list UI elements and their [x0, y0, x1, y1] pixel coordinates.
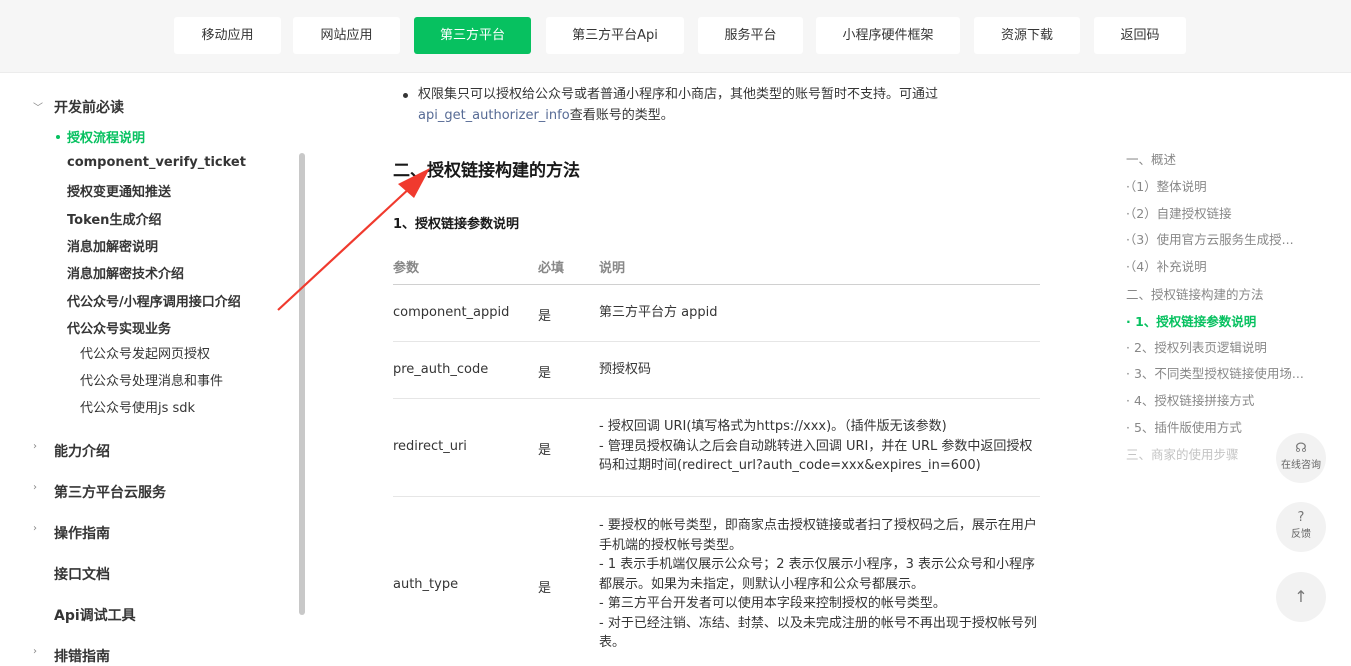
bullet-icon	[403, 93, 408, 98]
tab-website-app[interactable]: 网站应用	[293, 17, 400, 54]
subsection-heading: 1、授权链接参数说明	[393, 217, 520, 232]
toc-item[interactable]: · 5、插件版使用方式	[1126, 417, 1242, 436]
desc-line: - 授权回调 URI(填写格式为https://xxx)。（插件版无该参数)	[599, 419, 947, 434]
sidebar-group-guide[interactable]: 操作指南	[54, 523, 110, 543]
sidebar-item-token-intro[interactable]: Token生成介绍	[67, 209, 161, 228]
top-nav: 移动应用 网站应用 第三方平台 第三方平台Api 服务平台 小程序硬件框架 资源…	[0, 0, 1351, 73]
chevron-right-icon[interactable]: ›	[33, 523, 37, 534]
sidebar-group-troubleshoot[interactable]: 排错指南	[54, 646, 110, 666]
toc-item[interactable]: · 4、授权链接拼接方式	[1126, 390, 1254, 409]
sidebar-subitem-msg-events[interactable]: 代公众号处理消息和事件	[80, 370, 223, 389]
arrow-up-icon: ↑	[1294, 587, 1308, 606]
sidebar-subitem-jssdk[interactable]: 代公众号使用js sdk	[80, 397, 195, 416]
table-divider	[393, 284, 1040, 285]
toc-item-active[interactable]: · 1、授权链接参数说明	[1126, 311, 1256, 330]
sidebar-subitem-web-auth[interactable]: 代公众号发起网页授权	[80, 343, 210, 362]
param-desc: 第三方平台方 appid	[599, 303, 1039, 323]
desc-line: - 管理员授权确认之后会自动跳转进入回调 URI，并在 URL 参数中返回授权码…	[599, 438, 1033, 474]
tab-third-party-api[interactable]: 第三方平台Api	[546, 17, 684, 54]
chevron-right-icon[interactable]: ›	[33, 646, 37, 657]
toc-item[interactable]: 二、授权链接构建的方法	[1126, 284, 1264, 303]
sidebar-item-proxy-business[interactable]: 代公众号实现业务	[67, 318, 171, 337]
tab-return-code[interactable]: 返回码	[1094, 17, 1186, 54]
sidebar-scrollbar[interactable]	[299, 153, 305, 615]
tab-miniprogram-hardware[interactable]: 小程序硬件框架	[816, 17, 960, 54]
online-consult-label: 在线咨询	[1281, 460, 1321, 471]
chevron-right-icon[interactable]: ›	[33, 441, 37, 452]
desc-line: 预授权码	[599, 362, 652, 377]
table-header-required: 必填	[538, 261, 565, 276]
active-dot-icon	[56, 135, 60, 139]
desc-line: - 要授权的帐号类型，即商家点击授权链接或者扫了授权码之后，展示在用户手机端的授…	[599, 518, 1037, 553]
para-text-prefix: 权限集只可以授权给公众号或者普通小程序和小商店，其他类型的账号暂时不支持。可通过	[418, 87, 939, 102]
tab-mobile-app[interactable]: 移动应用	[174, 17, 281, 54]
headset-icon: ☊	[1295, 441, 1307, 456]
sidebar-item-auth-change-push[interactable]: 授权变更通知推送	[67, 181, 171, 200]
chevron-right-icon[interactable]: ›	[33, 482, 37, 493]
param-name: component_appid	[393, 305, 510, 320]
sidebar-group-capabilities[interactable]: 能力介绍	[54, 441, 110, 461]
param-required: 是	[538, 366, 552, 381]
tab-resource-download[interactable]: 资源下载	[974, 17, 1080, 54]
sidebar-item-auth-flow[interactable]: 授权流程说明	[67, 127, 145, 146]
tab-third-party-platform[interactable]: 第三方平台	[414, 17, 531, 54]
toc-item[interactable]: 一、概述	[1126, 149, 1176, 168]
desc-line: - 对于已经注销、冻结、封禁、以及未完成注册的帐号不再出现于授权帐号列表。	[599, 615, 1037, 651]
online-consult-button[interactable]: ☊ 在线咨询	[1276, 433, 1326, 483]
sidebar-item-encrypt-desc[interactable]: 消息加解密说明	[67, 236, 158, 255]
toc-item[interactable]: ·（3）使用官方云服务生成授...	[1126, 229, 1294, 248]
feedback-label: 反馈	[1291, 529, 1311, 540]
table-header-param: 参数	[393, 261, 420, 276]
table-divider	[393, 341, 1040, 342]
section-heading: 二、授权链接构建的方法	[393, 161, 580, 181]
param-name: auth_type	[393, 577, 459, 592]
sidebar-group-cloud-service[interactable]: 第三方平台云服务	[54, 482, 166, 502]
toc-item[interactable]: ·（4）补充说明	[1126, 256, 1207, 275]
param-name: redirect_uri	[393, 439, 467, 454]
table-divider	[393, 398, 1040, 399]
table-divider	[393, 496, 1040, 497]
para-text-suffix: 查看账号的类型。	[569, 108, 674, 123]
sidebar-item-verify-ticket[interactable]: component_verify_ticket	[67, 155, 246, 170]
authorizer-info-link[interactable]: api_get_authorizer_info	[418, 108, 570, 123]
back-to-top-button[interactable]: ↑	[1276, 572, 1326, 622]
question-icon: ?	[1297, 510, 1305, 525]
param-name: pre_auth_code	[393, 362, 489, 377]
param-required: 是	[538, 581, 552, 596]
toc-item[interactable]: ·（1）整体说明	[1126, 176, 1207, 195]
desc-line: 第三方平台方 appid	[599, 305, 718, 320]
sidebar-group-api-debug[interactable]: Api调试工具	[54, 605, 136, 625]
chevron-down-icon[interactable]: ﹀	[33, 99, 43, 114]
param-desc: - 授权回调 URI(填写格式为https://xxx)。（插件版无该参数) -…	[599, 417, 1039, 476]
sidebar-item-proxy-api[interactable]: 代公众号/小程序调用接口介绍	[67, 291, 241, 310]
param-desc: 预授权码	[599, 360, 1039, 380]
toc-item[interactable]: ·（2）自建授权链接	[1126, 203, 1232, 222]
desc-line: - 1 表示手机端仅展示公众号；2 表示仅展示小程序，3 表示公众号和小程序都展…	[599, 557, 1036, 592]
tab-service-platform[interactable]: 服务平台	[698, 17, 803, 54]
feedback-button[interactable]: ? 反馈	[1276, 502, 1326, 552]
intro-paragraph: 权限集只可以授权给公众号或者普通小程序和小商店，其他类型的账号暂时不支持。可通过…	[418, 84, 1038, 126]
sidebar-group-api-docs[interactable]: 接口文档	[54, 564, 110, 584]
toc-item[interactable]: · 3、不同类型授权链接使用场...	[1126, 363, 1304, 382]
param-desc: - 要授权的帐号类型，即商家点击授权链接或者扫了授权码之后，展示在用户手机端的授…	[599, 516, 1039, 653]
param-required: 是	[538, 309, 552, 324]
toc-item[interactable]: 三、商家的使用步骤	[1126, 444, 1239, 463]
param-required: 是	[538, 443, 552, 458]
toc-item[interactable]: · 2、授权列表页逻辑说明	[1126, 337, 1267, 356]
desc-line: - 第三方平台开发者可以使用本字段来控制授权的帐号类型。	[599, 596, 946, 611]
sidebar-item-encrypt-tech[interactable]: 消息加解密技术介绍	[67, 263, 184, 282]
sidebar-group-before-dev[interactable]: 开发前必读	[54, 97, 124, 117]
table-header-desc: 说明	[599, 261, 626, 276]
